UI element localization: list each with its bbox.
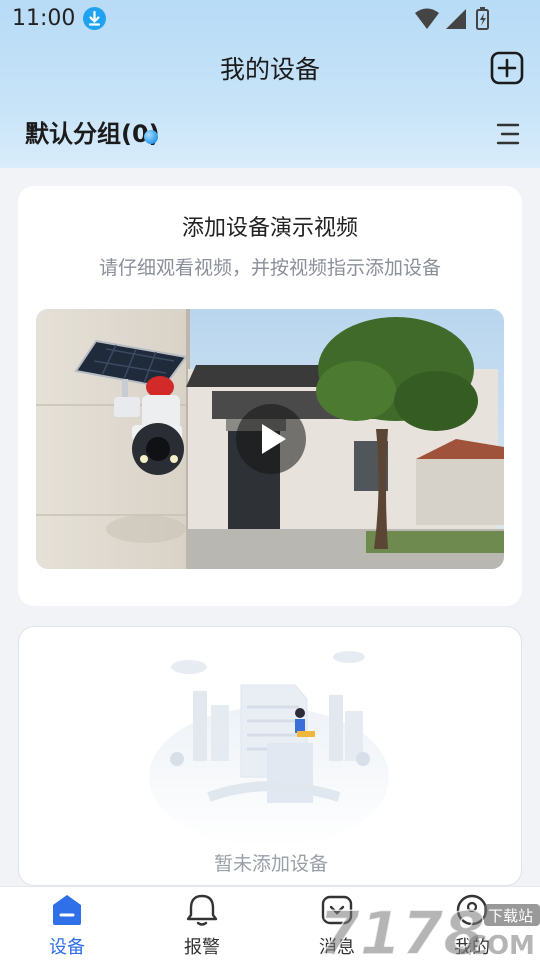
page-title: 我的设备 <box>219 55 320 84</box>
empty-state-illustration <box>149 651 389 847</box>
watermark-suffix: .COM <box>458 931 535 960</box>
status-time: 11:00 <box>12 6 76 31</box>
tab-label: 设备 <box>49 937 85 958</box>
group-menu-button[interactable] <box>494 122 522 146</box>
watermark-badge: 下载站 <box>488 907 533 925</box>
demo-video-thumbnail[interactable] <box>36 309 504 569</box>
download-icon <box>83 7 106 30</box>
video-card-title: 添加设备演示视频 <box>181 216 358 241</box>
battery-icon <box>476 7 489 30</box>
empty-state-card: 暂未添加设备 <box>18 626 522 886</box>
play-icon <box>262 424 286 454</box>
bell-icon <box>186 894 218 926</box>
tab-alarms[interactable]: 报警 <box>157 887 247 960</box>
group-indicator-icon <box>144 130 158 144</box>
signal-icon <box>446 9 466 29</box>
wifi-icon <box>415 8 439 29</box>
status-icons <box>415 7 489 30</box>
tab-label: 报警 <box>184 937 220 958</box>
list-menu-icon <box>496 123 520 145</box>
plus-square-icon <box>490 51 524 85</box>
tab-devices[interactable]: 设备 <box>22 887 112 960</box>
group-title[interactable]: 默认分组(0) <box>25 114 160 149</box>
add-device-button[interactable] <box>490 51 524 85</box>
home-icon <box>53 895 81 925</box>
empty-state-text: 暂未添加设备 <box>213 853 328 875</box>
demo-video-card: 添加设备演示视频 请仔细观看视频，并按视频指示添加设备 <box>18 186 522 606</box>
site-watermark: 7178 .COM 下载站 <box>318 898 540 960</box>
video-card-subtitle: 请仔细观看视频，并按视频指示添加设备 <box>98 257 441 279</box>
play-button[interactable] <box>236 404 306 474</box>
status-bar: 11:00 <box>0 0 540 38</box>
